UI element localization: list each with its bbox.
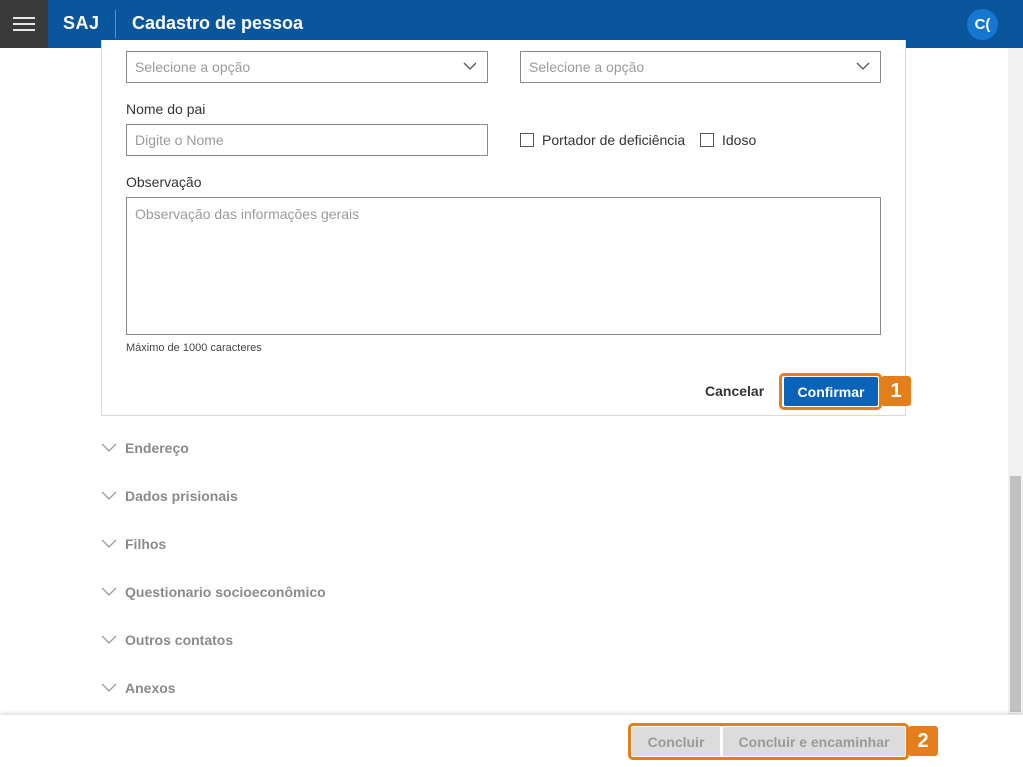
idoso-label: Idoso bbox=[722, 132, 757, 148]
chevron-down-icon bbox=[101, 491, 117, 500]
checkbox-icon[interactable] bbox=[700, 133, 714, 147]
section-anexos[interactable]: Anexos bbox=[101, 680, 176, 696]
nome-pai-placeholder: Digite o Nome bbox=[135, 132, 224, 148]
callout-badge-1: 1 bbox=[881, 376, 911, 406]
portador-deficiencia-checkbox[interactable]: Portador de deficiência bbox=[520, 132, 685, 148]
chevron-down-icon bbox=[101, 539, 117, 548]
checkbox-icon[interactable] bbox=[520, 133, 534, 147]
section-dados-prisionais[interactable]: Dados prisionais bbox=[101, 488, 238, 504]
section-label: Questionario socioeconômico bbox=[125, 584, 326, 600]
select-placeholder: Selecione a opção bbox=[529, 59, 645, 75]
concluir-encaminhar-button[interactable]: Concluir e encaminhar bbox=[723, 727, 905, 756]
observacao-placeholder: Observação das informações gerais bbox=[135, 206, 360, 222]
section-questionario[interactable]: Questionario socioeconômico bbox=[101, 584, 326, 600]
vertical-scrollbar[interactable] bbox=[1008, 48, 1023, 715]
section-label: Anexos bbox=[125, 680, 176, 696]
user-avatar[interactable]: C( bbox=[967, 9, 998, 40]
header-divider bbox=[115, 10, 116, 38]
confirm-button[interactable]: Confirmar bbox=[784, 377, 878, 406]
section-endereco[interactable]: Endereço bbox=[101, 440, 189, 456]
idoso-checkbox[interactable]: Idoso bbox=[700, 132, 756, 148]
cancel-button[interactable]: Cancelar bbox=[705, 383, 764, 399]
hamburger-menu-icon[interactable] bbox=[0, 0, 48, 48]
chevron-down-icon bbox=[101, 587, 117, 596]
observacao-label: Observação bbox=[126, 174, 202, 190]
portador-label: Portador de deficiência bbox=[542, 132, 686, 148]
brand-logo[interactable]: SAJ bbox=[63, 13, 100, 34]
section-filhos[interactable]: Filhos bbox=[101, 536, 166, 552]
select-dropdown-2[interactable]: Selecione a opção bbox=[520, 51, 881, 83]
callout-badge-2: 2 bbox=[908, 726, 938, 756]
select-placeholder: Selecione a opção bbox=[135, 59, 251, 75]
page-title: Cadastro de pessoa bbox=[132, 13, 304, 33]
max-chars-hint: Máximo de 1000 caracteres bbox=[126, 342, 262, 354]
chevron-down-icon bbox=[101, 635, 117, 644]
section-label: Filhos bbox=[125, 536, 167, 552]
concluir-button[interactable]: Concluir bbox=[632, 727, 720, 756]
select-dropdown-1[interactable]: Selecione a opção bbox=[126, 51, 488, 83]
chevron-down-icon bbox=[101, 683, 117, 692]
section-label: Dados prisionais bbox=[125, 488, 238, 504]
nome-pai-label: Nome do pai bbox=[126, 101, 206, 117]
chevron-down-icon bbox=[463, 62, 477, 70]
section-label: Endereço bbox=[125, 440, 189, 456]
scrollbar-thumb[interactable] bbox=[1010, 476, 1021, 712]
section-label: Outros contatos bbox=[125, 632, 234, 648]
section-outros-contatos[interactable]: Outros contatos bbox=[101, 632, 233, 648]
chevron-down-icon bbox=[856, 62, 870, 70]
chevron-down-icon bbox=[101, 443, 117, 452]
nome-pai-input[interactable]: Digite o Nome bbox=[126, 124, 488, 156]
observacao-textarea[interactable]: Observação das informações gerais bbox=[126, 197, 881, 335]
